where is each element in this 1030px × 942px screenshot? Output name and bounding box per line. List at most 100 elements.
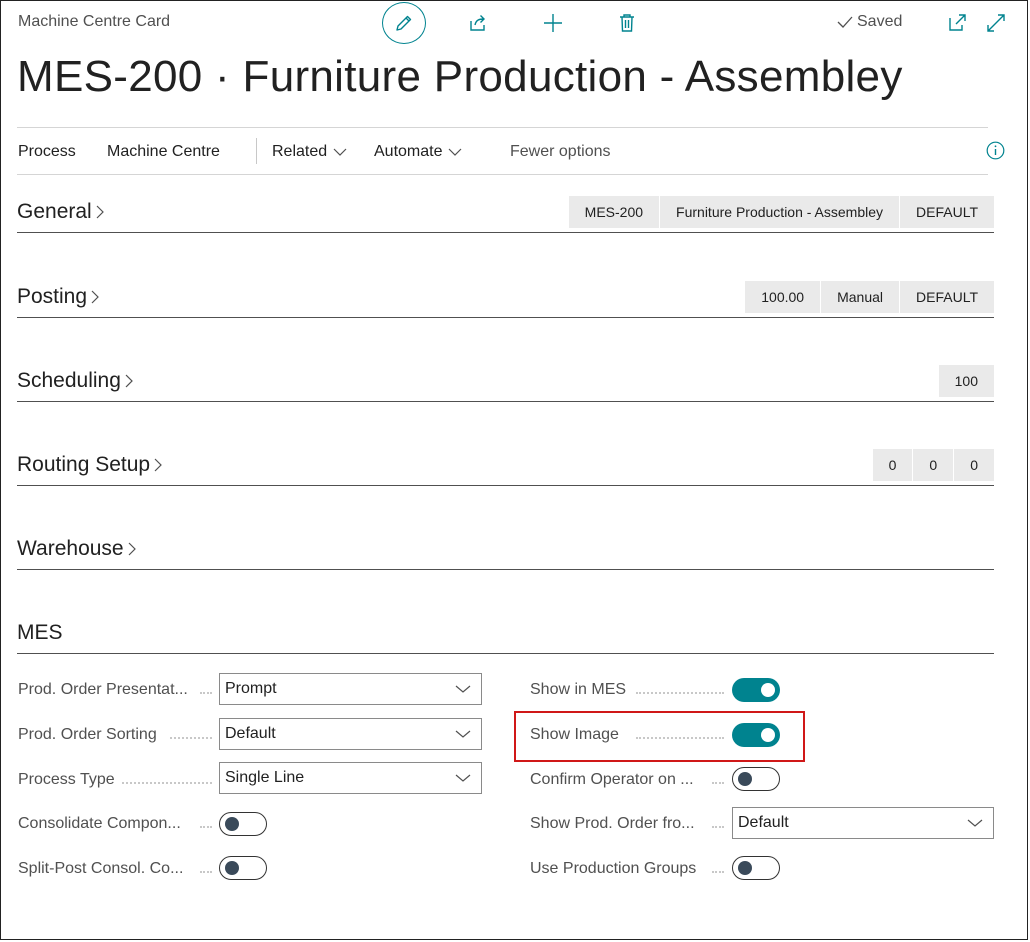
highlight-box	[514, 711, 805, 762]
chevron-right-icon	[154, 458, 162, 472]
field-leader-dots	[170, 737, 212, 739]
fasttab-mes-title: MES	[17, 621, 63, 645]
chevron-right-icon	[96, 205, 104, 219]
prod-order-sorting-label: Prod. Order Sorting	[18, 726, 157, 743]
fasttab-posting[interactable]: Posting 100.00 Manual DEFAULT	[17, 281, 994, 318]
prod-order-sorting-select[interactable]: Default	[219, 718, 482, 750]
fasttab-mes[interactable]: MES	[17, 617, 994, 654]
confirm-operator-label: Confirm Operator on ...	[530, 771, 694, 788]
fasttab-general-title: General	[17, 200, 105, 224]
process-type-label: Process Type	[18, 771, 115, 788]
fasttab-summary: 0 0 0	[872, 449, 994, 481]
fasttab-posting-label: Posting	[17, 285, 88, 308]
summary-chip: Furniture Production - Assembley	[659, 196, 900, 228]
prod-order-presentation-value: Prompt	[225, 680, 277, 697]
show-prod-order-from-value: Default	[738, 814, 789, 831]
consolidate-components-toggle[interactable]	[219, 812, 267, 836]
page-caption: Machine Centre Card	[18, 13, 171, 30]
show-in-mes-toggle[interactable]	[732, 678, 780, 702]
consolidate-components-label: Consolidate Compon...	[18, 815, 181, 832]
toggle-knob	[738, 772, 752, 786]
new-button[interactable]	[541, 11, 565, 35]
toggle-knob	[761, 683, 775, 697]
chevron-down-icon	[967, 819, 983, 827]
chevron-down-icon	[455, 730, 471, 738]
edit-button[interactable]	[382, 2, 426, 44]
fasttab-summary: MES-200 Furniture Production - Assembley…	[568, 196, 994, 228]
summary-chip: 100.00	[745, 281, 821, 313]
chevron-down-icon	[333, 148, 347, 156]
fasttab-warehouse-label: Warehouse	[17, 537, 124, 560]
fasttab-routing-setup[interactable]: Routing Setup 0 0 0	[17, 449, 994, 486]
split-post-toggle[interactable]	[219, 856, 267, 880]
toggle-knob	[738, 861, 752, 875]
fasttab-general[interactable]: General MES-200 Furniture Production - A…	[17, 196, 994, 233]
summary-chip: 0	[872, 449, 913, 481]
info-button[interactable]	[986, 141, 1005, 165]
share-button[interactable]	[466, 11, 490, 35]
card-header: Machine Centre Card Saved	[0, 0, 1030, 46]
fasttab-scheduling-title: Scheduling	[17, 369, 134, 393]
field-leader-dots	[712, 871, 724, 873]
delete-button[interactable]	[615, 11, 639, 35]
action-process-label: Process	[18, 143, 76, 160]
show-prod-order-from-label: Show Prod. Order fro...	[530, 815, 695, 832]
action-automate[interactable]: Automate	[374, 143, 462, 161]
toggle-knob	[225, 817, 239, 831]
action-machine-centre[interactable]: Machine Centre	[107, 143, 220, 161]
action-fewer-options[interactable]: Fewer options	[510, 143, 611, 161]
field-leader-dots	[200, 871, 212, 873]
prod-order-sorting-value: Default	[225, 725, 276, 742]
fasttab-mes-label: MES	[17, 621, 63, 644]
summary-chip: Manual	[820, 281, 900, 313]
fasttab-routing-label: Routing Setup	[17, 453, 151, 476]
show-prod-order-from-select[interactable]: Default	[732, 807, 994, 839]
toggle-knob	[225, 861, 239, 875]
use-production-groups-label: Use Production Groups	[530, 860, 697, 877]
action-fewer-options-label: Fewer options	[510, 143, 611, 160]
fasttab-scheduling[interactable]: Scheduling 100	[17, 365, 994, 402]
action-process[interactable]: Process	[18, 143, 76, 161]
chevron-right-icon	[91, 290, 99, 304]
process-type-value: Single Line	[225, 769, 305, 786]
open-new-window-button[interactable]	[945, 11, 969, 35]
action-bar: Process Machine Centre Related Automate …	[0, 128, 1030, 174]
action-separator	[256, 138, 257, 164]
process-type-select[interactable]: Single Line	[219, 762, 482, 794]
field-leader-dots	[712, 826, 724, 828]
use-production-groups-toggle[interactable]	[732, 856, 780, 880]
field-leader-dots	[200, 826, 212, 828]
summary-chip: 0	[912, 449, 954, 481]
action-related-label: Related	[272, 143, 328, 160]
fasttab-general-label: General	[17, 200, 92, 223]
action-machine-centre-label: Machine Centre	[107, 143, 220, 160]
summary-chip: 100	[938, 365, 994, 397]
action-related[interactable]: Related	[272, 143, 347, 161]
summary-chip: DEFAULT	[899, 281, 994, 313]
field-leader-dots	[200, 692, 212, 694]
fasttab-warehouse[interactable]: Warehouse	[17, 533, 994, 570]
field-leader-dots	[122, 782, 212, 784]
page-title: MES-200 · Furniture Production - Assembl…	[17, 52, 903, 101]
expand-button[interactable]	[984, 11, 1008, 35]
chevron-down-icon	[455, 685, 471, 693]
saved-label: Saved	[857, 13, 903, 30]
fasttab-summary: 100	[938, 365, 994, 397]
confirm-operator-toggle[interactable]	[732, 767, 780, 791]
pencil-icon	[396, 15, 412, 31]
chevron-down-icon	[449, 148, 462, 156]
plus-icon	[544, 14, 562, 32]
action-automate-label: Automate	[374, 143, 443, 160]
summary-chip: 0	[953, 449, 994, 481]
info-icon	[986, 141, 1005, 160]
chevron-down-icon	[455, 774, 471, 782]
checkmark-icon	[837, 16, 853, 28]
open-new-window-icon	[949, 14, 966, 31]
field-leader-dots	[712, 782, 724, 784]
prod-order-presentation-select[interactable]: Prompt	[219, 673, 482, 705]
fasttab-routing-title: Routing Setup	[17, 453, 163, 477]
share-icon	[470, 15, 485, 31]
chevron-right-icon	[128, 542, 136, 556]
trash-icon	[620, 14, 634, 32]
summary-chip: DEFAULT	[899, 196, 994, 228]
